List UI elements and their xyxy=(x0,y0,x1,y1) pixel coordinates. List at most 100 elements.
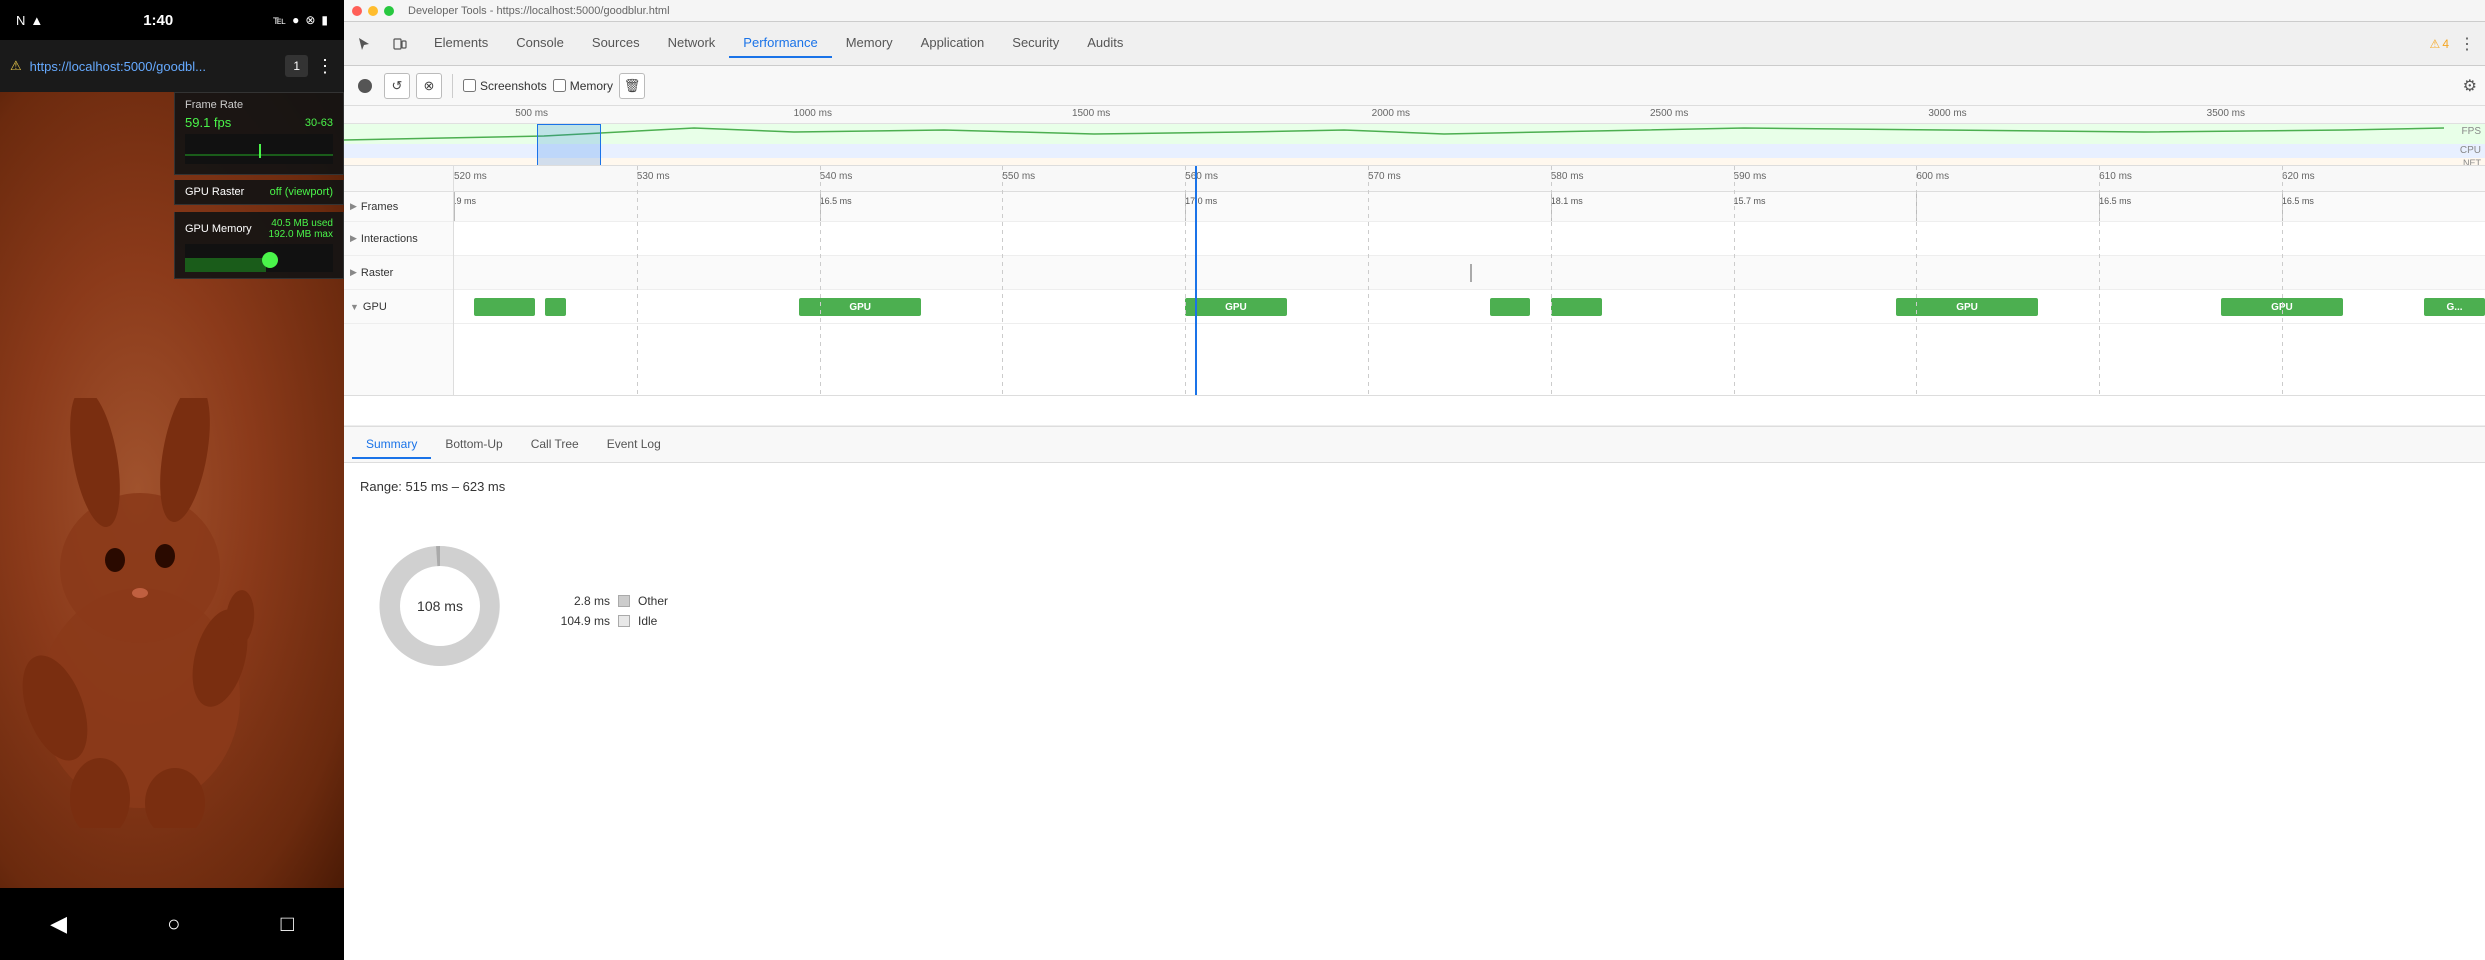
timeline-cursor xyxy=(1195,166,1197,395)
timeline-labels: ▶ Frames ▶ Interactions ▶ Raster ▼ GPU xyxy=(344,166,454,395)
gpu-block-1[interactable] xyxy=(545,298,565,316)
frame-rate-panel: Frame Rate 59.1 fps 30-63 xyxy=(174,92,344,175)
phone-rabbit-render: Frame Rate 59.1 fps 30-63 GPU Raster off… xyxy=(0,92,344,888)
interactions-expand-icon[interactable]: ▶ xyxy=(350,233,357,244)
nav-recent-button[interactable]: □ xyxy=(281,911,294,937)
perf-settings-button[interactable]: ⚙ xyxy=(2463,76,2477,96)
warning-badge[interactable]: ⚠ 4 xyxy=(2430,37,2449,51)
ruler-tick-2000: 2000 ms xyxy=(1372,108,1410,119)
grid-line-7 xyxy=(1734,166,1735,395)
gpu-raster-panel: GPU Raster off (viewport) xyxy=(174,180,344,205)
tab-bottom-up[interactable]: Bottom-Up xyxy=(431,431,516,459)
raster-track xyxy=(454,256,2485,290)
cursor-tool-button[interactable] xyxy=(348,28,380,60)
devtools-tabs: Elements Console Sources Network Perform… xyxy=(344,22,2485,66)
raster-expand-icon[interactable]: ▶ xyxy=(350,267,357,278)
trash-button[interactable]: 🗑 xyxy=(619,73,645,99)
screenshots-checkbox[interactable] xyxy=(463,79,476,92)
grid-line-10 xyxy=(2282,166,2283,395)
clear-button[interactable]: ⊗ xyxy=(416,73,442,99)
notification-icon: N xyxy=(16,13,25,28)
memory-checkbox[interactable] xyxy=(553,79,566,92)
nav-back-button[interactable]: ◀ xyxy=(50,911,67,937)
tab-console[interactable]: Console xyxy=(502,29,578,58)
devtools-panel: Developer Tools - https://localhost:5000… xyxy=(344,0,2485,960)
tab-security[interactable]: Security xyxy=(998,29,1073,58)
tab-call-tree[interactable]: Call Tree xyxy=(517,431,593,459)
phone-url-bar: ⚠ https://localhost:5000/goodbl... 1 ⋮ xyxy=(0,40,344,92)
legend-idle: 104.9 ms Idle xyxy=(550,614,668,628)
devtools-title: Developer Tools - https://localhost:5000… xyxy=(408,5,670,17)
gpu-expand-icon[interactable]: ▼ xyxy=(350,302,359,312)
detail-ruler-590: 590 ms xyxy=(1734,171,1767,182)
gpu-memory-graph xyxy=(185,244,333,272)
phone-url-text[interactable]: https://localhost:5000/goodbl... xyxy=(30,59,278,74)
phone-status-icons: ℡ ● ⊗ ▮ xyxy=(273,13,328,27)
timeline-overview[interactable]: 500 ms 1000 ms 1500 ms 2000 ms 2500 ms 3… xyxy=(344,106,2485,166)
gpu-memory-used: 40.5 MB used xyxy=(269,218,333,229)
close-window-button[interactable] xyxy=(352,6,362,16)
fps-band: FPS xyxy=(344,124,2485,144)
detail-ruler-540: 540 ms xyxy=(820,171,853,182)
gpu-block-5[interactable] xyxy=(1551,298,1602,316)
net-label: NET xyxy=(2463,158,2481,166)
gpu-block-8[interactable]: G... xyxy=(2424,298,2485,316)
detail-ruler-570: 570 ms xyxy=(1368,171,1401,182)
tab-audits[interactable]: Audits xyxy=(1073,29,1137,58)
detail-ruler-560: 560 ms xyxy=(1185,171,1218,182)
idle-label: Idle xyxy=(638,614,657,628)
idle-ms: 104.9 ms xyxy=(550,614,610,628)
tab-elements[interactable]: Elements xyxy=(420,29,502,58)
maximize-window-button[interactable] xyxy=(384,6,394,16)
interactions-label: Interactions xyxy=(361,233,418,245)
warning-count: 4 xyxy=(2442,37,2449,51)
pie-legend: 2.8 ms Other 104.9 ms Idle xyxy=(550,584,668,628)
devtools-settings-button[interactable]: ⋮ xyxy=(2453,30,2481,58)
timeline-selection[interactable] xyxy=(537,124,601,166)
raster-label: Raster xyxy=(361,267,393,279)
detail-ruler-600: 600 ms xyxy=(1916,171,1949,182)
record-button[interactable] xyxy=(352,73,378,99)
detail-ruler-620: 620 ms xyxy=(2282,171,2315,182)
detail-ruler: 520 ms 530 ms 540 ms 550 ms 560 ms 570 m… xyxy=(454,166,2485,192)
raster-track-label: ▶ Raster xyxy=(344,256,453,290)
gpu-block-0[interactable] xyxy=(474,298,535,316)
more-icon[interactable]: ⋮ xyxy=(316,56,334,77)
screenshots-checkbox-group[interactable]: Screenshots xyxy=(463,79,547,93)
gpu-track: GPU GPU GPU GPU G... xyxy=(454,290,2485,324)
tab-network[interactable]: Network xyxy=(654,29,730,58)
detail-ruler-530: 530 ms xyxy=(637,171,670,182)
tab-event-log[interactable]: Event Log xyxy=(593,431,675,459)
gpu-block-6[interactable]: GPU xyxy=(1896,298,2038,316)
timeline-tracks[interactable]: 520 ms 530 ms 540 ms 550 ms 560 ms 570 m… xyxy=(454,166,2485,395)
device-toolbar-button[interactable] xyxy=(384,28,416,60)
frames-track: .9 ms 16.5 ms 17.0 ms 18.1 ms 15.7 ms 16… xyxy=(454,192,2485,222)
ruler-tick-2500: 2500 ms xyxy=(1650,108,1688,119)
phone-tab-button[interactable]: 1 xyxy=(285,55,308,77)
timeline-overview-ruler: 500 ms 1000 ms 1500 ms 2000 ms 2500 ms 3… xyxy=(344,106,2485,124)
gpu-block-3[interactable]: GPU xyxy=(1185,298,1287,316)
gpu-block-2[interactable]: GPU xyxy=(799,298,921,316)
frame-time-1: 16.5 ms xyxy=(820,196,852,206)
tab-sources[interactable]: Sources xyxy=(578,29,654,58)
frames-expand-icon[interactable]: ▶ xyxy=(350,201,357,212)
grid-line-9 xyxy=(2099,166,2100,395)
gpu-block-4[interactable] xyxy=(1490,298,1531,316)
tab-application[interactable]: Application xyxy=(907,29,999,58)
grid-line-6 xyxy=(1551,166,1552,395)
reload-button[interactable]: ↺ xyxy=(384,73,410,99)
fps-value: 59.1 fps xyxy=(185,115,231,130)
tab-summary[interactable]: Summary xyxy=(352,431,431,459)
detail-ruler-610: 610 ms xyxy=(2099,171,2132,182)
minimize-window-button[interactable] xyxy=(368,6,378,16)
idle-swatch xyxy=(618,615,630,627)
memory-checkbox-group[interactable]: Memory xyxy=(553,79,613,93)
tab-memory[interactable]: Memory xyxy=(832,29,907,58)
detail-ruler-520: 520 ms xyxy=(454,171,487,182)
ruler-tick-1500: 1500 ms xyxy=(1072,108,1110,119)
detail-ruler-550: 550 ms xyxy=(1002,171,1035,182)
perf-toolbar: ↺ ⊗ Screenshots Memory 🗑 ⚙ xyxy=(344,66,2485,106)
tab-performance[interactable]: Performance xyxy=(729,29,831,58)
nav-home-button[interactable]: ○ xyxy=(167,911,180,937)
pie-center-label: 108 ms xyxy=(417,598,463,614)
